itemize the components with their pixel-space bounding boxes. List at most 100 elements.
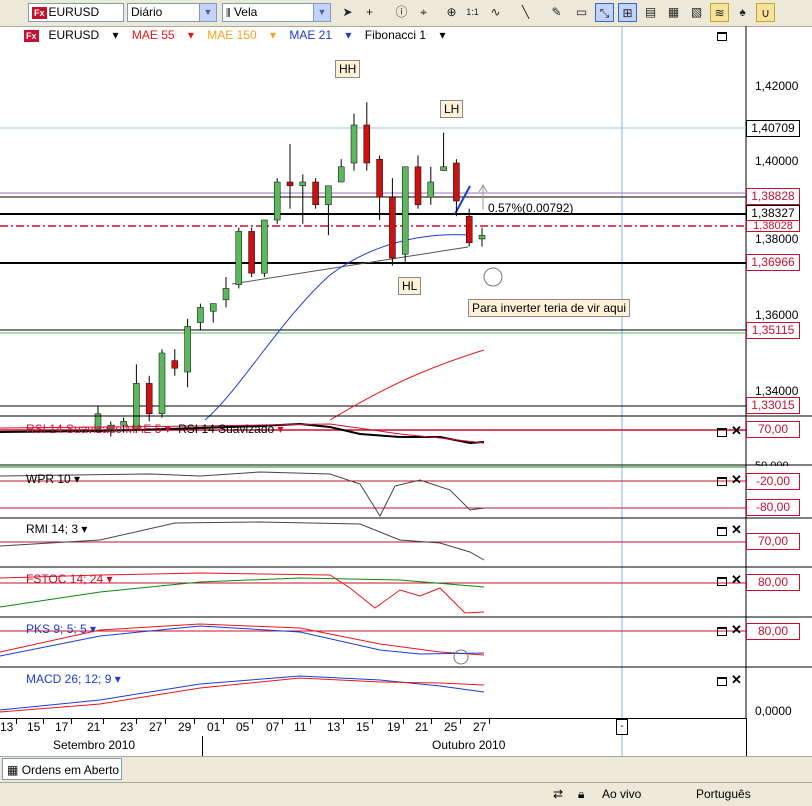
close-icon[interactable]: ✕: [731, 522, 742, 537]
maximize-icon[interactable]: [717, 427, 727, 437]
price-label: 1,42000: [755, 79, 799, 93]
candle-body: [197, 307, 204, 323]
month-axis: Setembro 2010 Outubro 2010: [0, 736, 746, 756]
hl-label[interactable]: HL: [398, 277, 422, 295]
mode-status: Ao vivo: [602, 787, 642, 801]
close-icon[interactable]: ✕: [731, 572, 742, 587]
candle-body: [325, 185, 332, 206]
date-label: 21: [87, 720, 101, 734]
price-label: 1,36000: [755, 308, 799, 322]
date-label: 19: [387, 720, 401, 734]
date-label: 29: [178, 720, 192, 734]
fstoc-panel-buttons: ✕: [717, 572, 742, 588]
date-axis: 13 15 17 21 23 27 29 01 05 07 11 13 15 19 21 25 27: [0, 718, 746, 736]
macd-label[interactable]: MACD 26; 12; 9 ▾: [26, 672, 121, 686]
date-label: 21: [415, 720, 429, 734]
rmi-panel-buttons: ✕: [717, 522, 742, 538]
date-label: 07: [266, 720, 280, 734]
candle-body: [401, 166, 409, 255]
rmi-label[interactable]: RMI 14; 3 ▾: [26, 522, 87, 536]
candle-body: [465, 215, 473, 244]
maximize-icon[interactable]: [717, 526, 727, 536]
month-label: Setembro 2010: [53, 738, 136, 752]
candle-body: [158, 352, 166, 415]
pks-label[interactable]: PKS 9; 5; 5 ▾: [26, 622, 96, 636]
month-label: Outubro 2010: [432, 738, 506, 752]
tab-open-orders[interactable]: ▦ Ordens em Aberto: [2, 758, 122, 780]
date-label: 15: [27, 720, 41, 734]
wpr-label[interactable]: WPR 10 ▾: [26, 472, 80, 486]
date-label: 27: [149, 720, 163, 734]
candle-body: [440, 166, 447, 171]
price-label: 1,34000: [755, 384, 799, 398]
candle-body: [478, 234, 486, 240]
price-tag: 1,36966: [746, 254, 800, 271]
close-icon[interactable]: ✕: [731, 423, 742, 438]
wpr-tag: -20,00: [746, 473, 800, 490]
candle-body: [389, 196, 396, 259]
candle-body: [145, 383, 153, 415]
price-tag: 1,38828: [746, 188, 800, 205]
close-icon[interactable]: ✕: [731, 672, 742, 687]
pks-tag: 80,00: [746, 623, 800, 640]
date-label: 27: [473, 720, 487, 734]
date-label: 13: [0, 720, 14, 734]
macd-panel-buttons: ✕: [717, 672, 742, 688]
date-label: 25: [444, 720, 458, 734]
date-label: 05: [236, 720, 250, 734]
maximize-icon[interactable]: [717, 676, 727, 686]
price-label: 1,40000: [755, 154, 799, 168]
candle-body: [414, 166, 422, 206]
close-icon[interactable]: ✕: [731, 622, 742, 637]
rmi-tag: 70,00: [746, 533, 800, 550]
language-status[interactable]: Português: [696, 787, 751, 801]
candle-body: [286, 181, 294, 187]
maximize-icon[interactable]: [717, 476, 727, 486]
candle-body: [261, 219, 268, 274]
price-tag: 1,40709: [746, 120, 800, 137]
maximize-icon[interactable]: [717, 626, 727, 636]
date-label: 15: [356, 720, 370, 734]
target-circle: [483, 267, 503, 287]
candle-body: [248, 231, 255, 274]
lh-label[interactable]: LH: [440, 100, 464, 118]
candle-body: [337, 166, 345, 183]
candle-body: [350, 124, 358, 164]
candle-body: [222, 288, 230, 301]
fstoc-label[interactable]: FSTOC 14; 24 ▾: [26, 572, 113, 586]
mae55-line: [329, 349, 485, 421]
date-marker[interactable]: -: [616, 719, 628, 735]
candles-group: [94, 102, 486, 437]
candle-body: [299, 181, 307, 187]
maximize-icon[interactable]: [717, 576, 727, 586]
lock-icon: 🔒︎: [578, 787, 585, 801]
candle-body: [184, 326, 191, 373]
candle-body: [235, 231, 243, 285]
candle-body: [273, 181, 281, 221]
date-label: 01: [207, 720, 221, 734]
price-tag: 1,35115: [746, 322, 800, 339]
price-chart[interactable]: [0, 0, 812, 805]
hh-label[interactable]: HH: [335, 60, 361, 78]
date-label: 17: [55, 720, 69, 734]
rsi-panel-buttons: ✕: [717, 423, 742, 439]
status-bar: ⇄ 🔒︎ Ao vivo Português: [0, 782, 812, 806]
percent-change: 0.57%(0.00792): [488, 201, 574, 215]
price-tag: 1,33015: [746, 397, 800, 414]
candle-body: [209, 303, 217, 312]
note-label[interactable]: Para inverter teria de vir aqui: [468, 299, 631, 317]
wpr-panel-buttons: ✕: [717, 472, 742, 488]
candle-body: [427, 181, 435, 198]
trend-line: [371, 246, 469, 263]
candle-body: [376, 158, 383, 198]
connection-icon: ⇄: [553, 787, 564, 801]
rsi-label[interactable]: RSI 14 Suavizado MAE 5 ▾ RSI 14 Suavizad…: [26, 422, 284, 436]
date-label: 11: [294, 720, 307, 734]
price-tag: 1,38028: [746, 220, 800, 232]
candle-body: [171, 360, 179, 369]
price-label: 1,38000: [755, 232, 799, 246]
candle-body: [312, 181, 319, 206]
fstoc-tag: 80,00: [746, 574, 800, 591]
candle-body: [453, 162, 460, 202]
close-icon[interactable]: ✕: [731, 472, 742, 487]
